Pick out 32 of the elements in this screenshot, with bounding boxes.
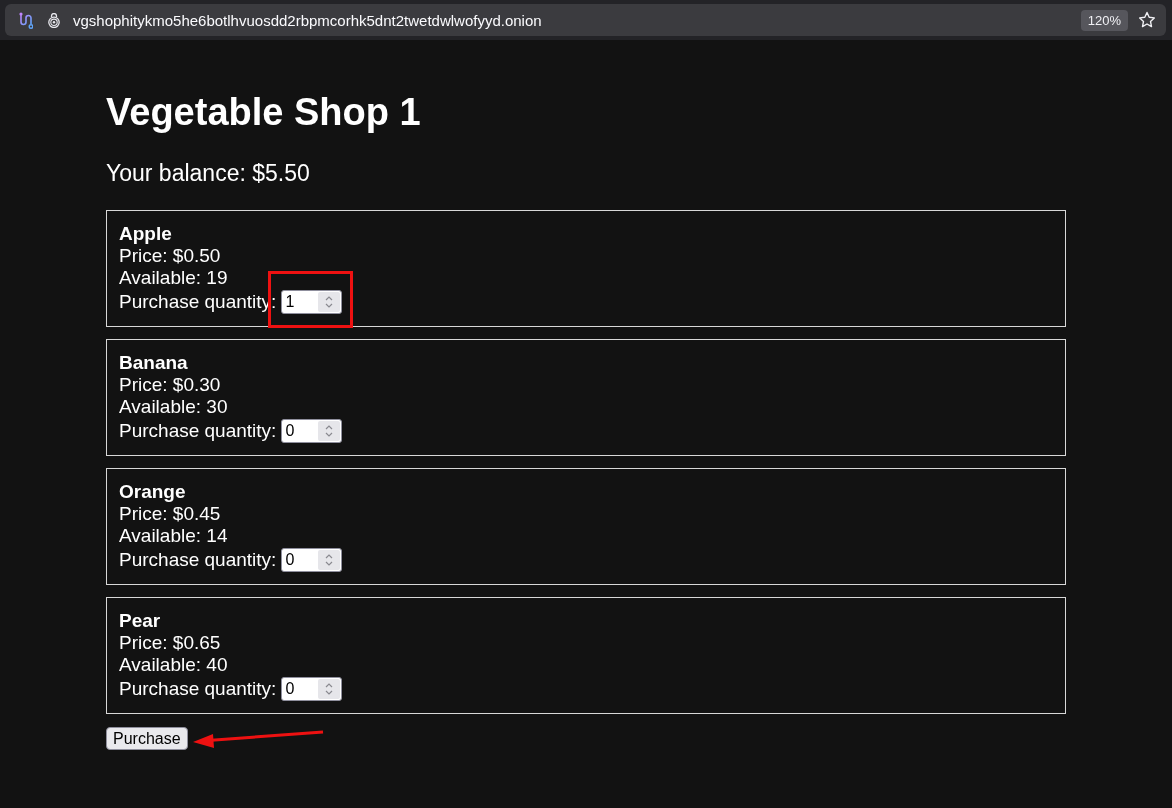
quantity-input[interactable]: 1 [281,289,343,314]
product-name: Pear [119,610,162,632]
spinner-icon[interactable] [318,291,341,312]
price-text: Price: $0.50 [119,245,222,267]
available-text: Available: 30 [119,396,229,418]
quantity-input[interactable]: 0 [281,418,343,443]
onion-icon[interactable] [47,12,61,28]
quantity-label: Purchase quantity: [119,548,277,571]
available-text: Available: 14 [119,525,229,547]
quantity-input[interactable]: 0 [281,676,343,701]
quantity-label: Purchase quantity: [119,677,277,700]
route-icon[interactable] [18,11,33,29]
price-text: Price: $0.30 [119,374,222,396]
spinner-icon[interactable] [318,420,341,441]
available-text: Available: 19 [119,267,229,289]
product-name: Banana [119,352,189,374]
quantity-label: Purchase quantity: [119,419,277,442]
spinner-icon[interactable] [318,678,341,699]
star-icon[interactable] [1138,11,1156,29]
product-name: Apple [119,223,173,245]
zoom-level[interactable]: 120% [1080,9,1128,31]
balance-text: Your balance: $5.50 [106,159,311,187]
url-text: vgshophitykmo5he6botlhvuosdd2rbpmcorhk5dnt2twetdwlwofyyd.onion [73,11,543,29]
price-text: Price: $0.45 [119,503,222,525]
available-text: Available: 40 [119,654,229,676]
spinner-icon[interactable] [318,549,341,570]
address-bar[interactable]: vgshophitykmo5he6botlhvuosdd2rbpmcorhk5dnt2twetdwlwofyyd.onion 120% [5,4,1166,36]
product-name: Orange [119,481,187,503]
page-title: Vegetable Shop 1 [106,90,422,134]
quantity-input[interactable]: 0 [281,547,343,572]
purchase-button[interactable]: Purchase [106,727,188,750]
price-text: Price: $0.65 [119,632,222,654]
